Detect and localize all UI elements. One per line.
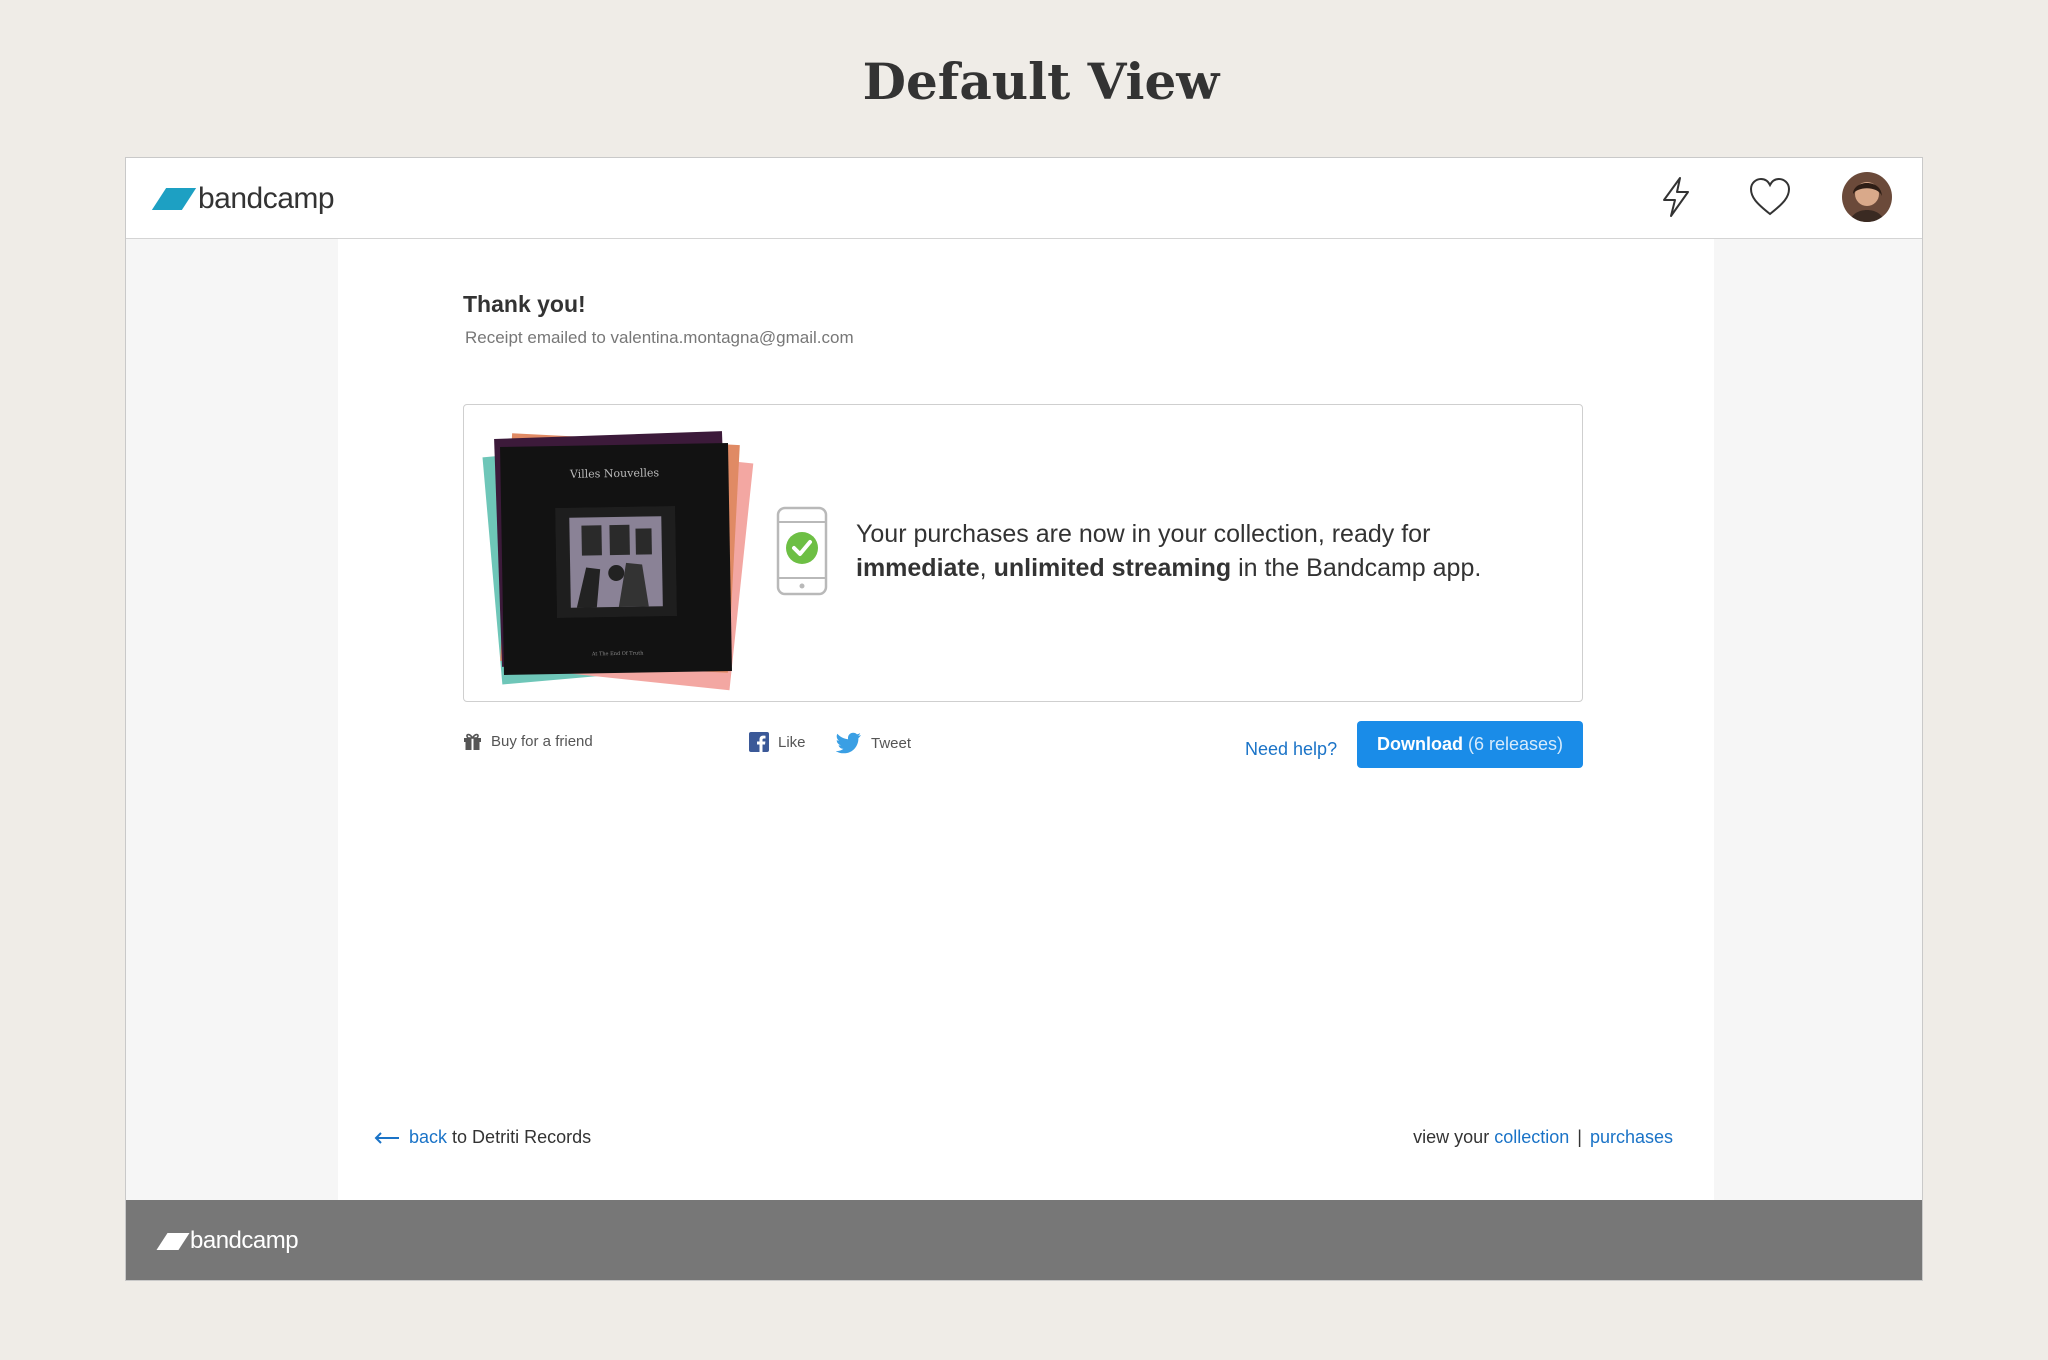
gift-icon <box>464 733 481 750</box>
heart-icon[interactable] <box>1748 177 1792 217</box>
buy-for-friend-label: Buy for a friend <box>491 733 593 750</box>
bandcamp-logo[interactable]: bandcamp <box>151 182 335 216</box>
bolt-icon[interactable] <box>1658 176 1694 218</box>
footer-logo-mark-icon <box>156 1232 190 1250</box>
view-your-label: view your <box>1413 1127 1490 1147</box>
download-count: (6 releases) <box>1467 734 1564 754</box>
logo-text: bandcamp <box>198 182 335 215</box>
download-button[interactable]: Download (6 releases) <box>1357 721 1583 768</box>
purchase-card: Villes Nouvelles At The End Of Truth You… <box>463 404 1583 702</box>
tweet-label: Tweet <box>871 734 912 752</box>
album-cover-subtitle: At The End Of Truth <box>591 650 644 658</box>
album-cover-stack: Villes Nouvelles At The End Of Truth <box>482 425 754 691</box>
footer-logo[interactable]: bandcamp <box>156 1227 299 1255</box>
album-cover-title: Villes Nouvelles <box>569 466 660 481</box>
tweet-link[interactable]: Tweet <box>836 732 911 754</box>
view-your-links: view your collection | purchases <box>1413 1127 1673 1148</box>
logo-mark-icon <box>151 188 197 210</box>
collection-link[interactable]: collection <box>1494 1127 1569 1147</box>
footer-logo-text: bandcamp <box>190 1227 299 1254</box>
download-label: Download <box>1376 734 1463 754</box>
phone-check-icon <box>776 506 828 596</box>
thank-you-heading: Thank you! <box>463 291 586 317</box>
back-navigation: back to Detriti Records <box>374 1127 591 1148</box>
purchase-message: Your purchases are now in your collectio… <box>856 520 1482 582</box>
need-help-link[interactable]: Need help? <box>1245 739 1337 760</box>
page-title: Default View <box>862 52 1220 111</box>
twitter-icon <box>836 732 861 754</box>
album-cover-front: Villes Nouvelles At The End Of Truth <box>500 443 732 675</box>
album-artwork <box>555 505 678 619</box>
browser-frame: bandcamp Thank you! Receipt emailed to v… <box>125 157 1923 1281</box>
arrow-left-icon[interactable] <box>374 1131 400 1144</box>
like-label: Like <box>778 733 806 751</box>
main-content: Thank you! Receipt emailed to valentina.… <box>338 239 1714 1200</box>
receipt-text: Receipt emailed to valentina.montagna@gm… <box>465 328 854 347</box>
link-separator: | <box>1577 1127 1582 1147</box>
purchases-link[interactable]: purchases <box>1590 1127 1673 1147</box>
back-suffix: to Detriti Records <box>452 1127 592 1147</box>
top-bar: bandcamp <box>126 158 1922 239</box>
like-link[interactable]: Like <box>749 732 806 752</box>
facebook-icon <box>749 732 769 752</box>
buy-for-friend-link[interactable]: Buy for a friend <box>463 732 593 751</box>
back-link[interactable]: back <box>409 1127 447 1148</box>
avatar[interactable] <box>1842 172 1892 222</box>
footer: bandcamp <box>126 1200 1922 1280</box>
